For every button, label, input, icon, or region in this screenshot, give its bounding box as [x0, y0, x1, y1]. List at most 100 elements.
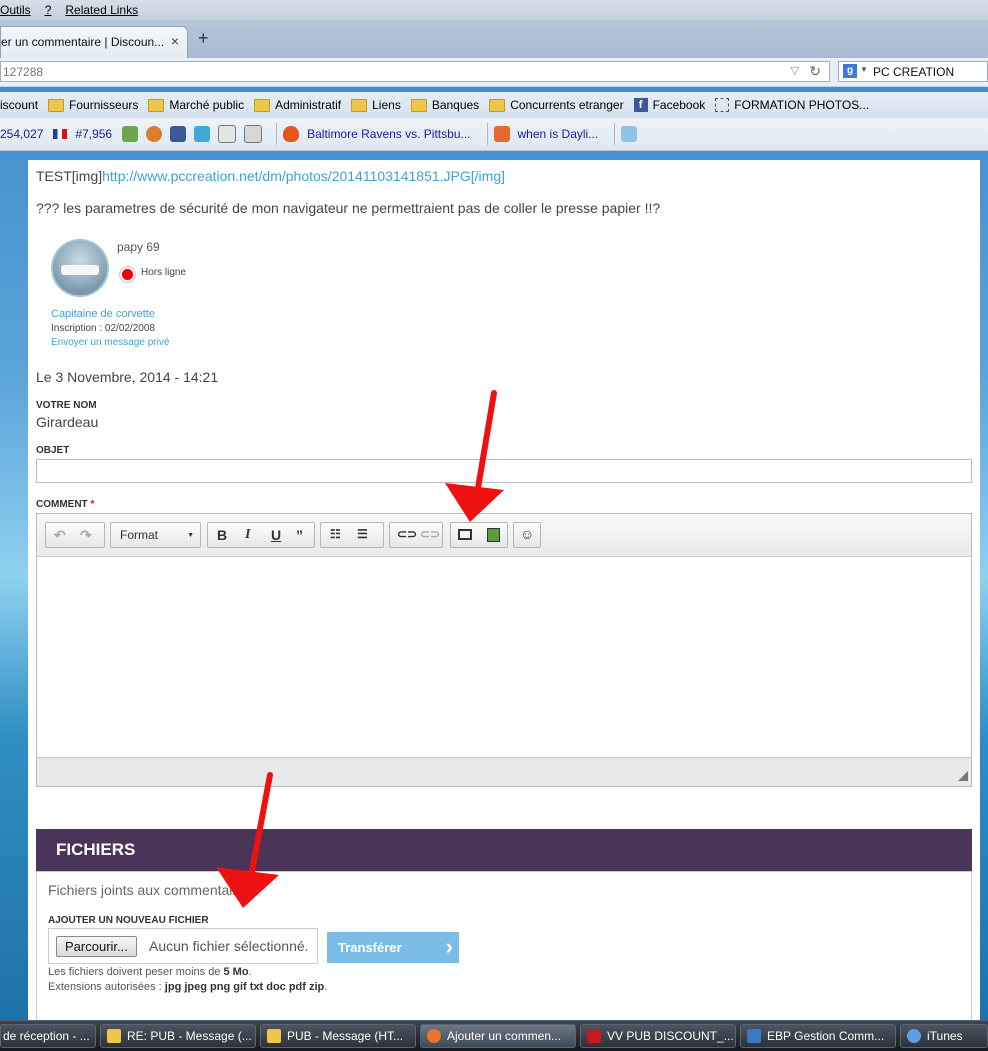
- editor-statusbar: [37, 757, 971, 786]
- country-rank[interactable]: #7,956: [53, 127, 112, 141]
- offline-status-icon: [120, 267, 135, 282]
- ext-value: jpg jpeg png gif txt doc pdf zip: [164, 981, 325, 993]
- files-description: Fichiers joints aux commentaires: [48, 882, 252, 898]
- bookmark-banques[interactable]: Banques: [410, 98, 479, 112]
- unlink-icon[interactable]: ⊂⊃: [420, 527, 440, 541]
- twitter-share-icon[interactable]: [194, 126, 211, 142]
- name-label: VOTRE NOM: [36, 400, 97, 411]
- send-private-message-link[interactable]: Envoyer un message privé: [51, 337, 169, 348]
- task-inbox[interactable]: de réception - ...: [0, 1024, 96, 1048]
- toolbar-separator: [486, 123, 488, 145]
- search-box[interactable]: g ▼ PC CREATION: [838, 61, 988, 82]
- alexa-rank[interactable]: 254,027: [0, 127, 43, 141]
- emoticon-group: ☺: [513, 522, 541, 548]
- facebook-share-icon[interactable]: [170, 126, 187, 142]
- bookmark-fournisseurs[interactable]: Fournisseurs: [48, 98, 138, 112]
- bookmark-label: Liens: [372, 98, 401, 112]
- bookmark-concurrents[interactable]: Concurrents etranger: [489, 98, 624, 112]
- limit-value: 5 Mo: [223, 966, 249, 978]
- task-ebp[interactable]: EBP Gestion Comm...: [740, 1024, 896, 1048]
- bookmark-marche-public[interactable]: Marché public: [148, 98, 244, 112]
- limit-prefix: Les fichiers doivent peser moins de: [48, 966, 224, 978]
- news-item-ravens[interactable]: Baltimore Ravens vs. Pittsbu...: [307, 127, 470, 141]
- address-bar[interactable]: 127288 ▽ ↻: [0, 61, 830, 82]
- search-input[interactable]: PC CREATION: [873, 65, 954, 79]
- bookmark-formation[interactable]: FORMATION PHOTOS...: [715, 98, 869, 112]
- numbered-list-icon[interactable]: ☷: [330, 527, 341, 541]
- bookmark-liens[interactable]: Liens: [351, 98, 401, 112]
- bookmark-facebook[interactable]: f Facebook: [633, 98, 705, 112]
- limit-suffix: .: [248, 966, 252, 978]
- toolbar-separator: [276, 123, 278, 145]
- list-group: ☷ ☰: [320, 522, 384, 548]
- media-icon[interactable]: [487, 528, 500, 542]
- editor-toolbar: ↶ ↷ Format ▼ B I U ” ☷ ☰ ⊂⊃ ⊂⊃ ☺: [37, 514, 971, 557]
- task-pdf[interactable]: VV PUB DISCOUNT_...: [580, 1024, 736, 1048]
- sparkle-icon[interactable]: [621, 126, 638, 142]
- status-text: Hors ligne: [141, 267, 187, 278]
- task-re-pub[interactable]: RE: PUB - Message (...: [100, 1024, 256, 1048]
- sync-icon[interactable]: [146, 126, 163, 142]
- task-firefox[interactable]: Ajouter un commen...: [420, 1024, 576, 1048]
- news-item-daylight[interactable]: when is Dayli...: [518, 127, 599, 141]
- browse-button[interactable]: Parcourir...: [56, 936, 137, 957]
- file-size-limit: Les fichiers doivent peser moins de 5 Mo…: [48, 966, 252, 978]
- subject-input[interactable]: [36, 459, 972, 483]
- comment-prefix: TEST[img]: [36, 168, 103, 184]
- resize-handle-icon[interactable]: [958, 771, 968, 781]
- menu-outils[interactable]: Outils: [0, 3, 31, 17]
- bookmark-discount[interactable]: iscount: [0, 98, 38, 112]
- undo-icon[interactable]: ↶: [54, 527, 66, 544]
- toolbar-separator: [614, 123, 616, 145]
- bulleted-list-icon[interactable]: ☰: [357, 527, 368, 541]
- comment-label-text: COMMENT: [36, 499, 88, 510]
- smiley-icon[interactable]: ☺: [520, 526, 534, 542]
- link-icon[interactable]: [122, 126, 139, 142]
- avatar[interactable]: [51, 239, 109, 297]
- comment-textarea[interactable]: [37, 557, 971, 757]
- page-icon: [715, 98, 730, 112]
- google-icon[interactable]: g: [843, 64, 857, 78]
- search-trend-icon[interactable]: [493, 126, 510, 142]
- reload-icon[interactable]: ↻: [809, 63, 821, 80]
- file-input[interactable]: Parcourir... Aucun fichier sélectionné.: [48, 928, 318, 964]
- folder-icon: [148, 98, 165, 112]
- chevron-right-icon: ›: [445, 934, 453, 959]
- bold-icon[interactable]: B: [217, 527, 227, 543]
- task-pub[interactable]: PUB - Message (HT...: [260, 1024, 416, 1048]
- menu-help[interactable]: ?: [45, 3, 52, 17]
- menu-related-links[interactable]: Related Links: [65, 3, 138, 17]
- fire-icon[interactable]: [283, 126, 300, 142]
- new-tab-button[interactable]: +: [198, 28, 209, 49]
- folder-icon: [351, 98, 368, 112]
- contact-card-icon[interactable]: [244, 125, 263, 143]
- chevron-down-icon: ▼: [187, 532, 194, 539]
- mail-icon[interactable]: [218, 125, 237, 143]
- bookmark-administratif[interactable]: Administratif: [254, 98, 341, 112]
- redo-icon[interactable]: ↷: [80, 527, 92, 544]
- mail-icon: [107, 1029, 121, 1043]
- task-itunes[interactable]: iTunes: [900, 1024, 988, 1048]
- image-link[interactable]: http://www.pccreation.net/dm/photos/2014…: [102, 168, 505, 184]
- close-icon[interactable]: ×: [171, 33, 179, 49]
- navigation-bar: 127288 ▽ ↻ g ▼ PC CREATION: [0, 58, 988, 87]
- folder-icon: [410, 98, 427, 112]
- underline-icon[interactable]: U: [271, 527, 281, 543]
- link-icon[interactable]: ⊂⊃: [397, 527, 417, 541]
- italic-icon[interactable]: I: [245, 527, 250, 543]
- search-engine-dropdown-icon[interactable]: ▼: [860, 65, 868, 74]
- format-select[interactable]: Format ▼: [110, 522, 201, 548]
- history-group: ↶ ↷: [45, 522, 105, 548]
- text-style-group: B I U ”: [207, 522, 315, 548]
- user-rank[interactable]: Capitaine de corvette: [51, 308, 155, 320]
- task-label: VV PUB DISCOUNT_...: [607, 1029, 734, 1043]
- blockquote-icon[interactable]: ”: [296, 527, 303, 543]
- subject-label: OBJET: [36, 445, 70, 456]
- tab-strip: er un commentaire | Discoun... × +: [0, 20, 988, 58]
- image-icon[interactable]: [458, 529, 472, 540]
- page-content: TEST[img]http://www.pccreation.net/dm/ph…: [28, 160, 980, 1020]
- link-group: ⊂⊃ ⊂⊃: [389, 522, 443, 548]
- dropdown-icon[interactable]: ▽: [791, 64, 799, 77]
- upload-button[interactable]: Transférer ›: [327, 932, 459, 963]
- tab-active[interactable]: er un commentaire | Discoun... ×: [0, 26, 188, 58]
